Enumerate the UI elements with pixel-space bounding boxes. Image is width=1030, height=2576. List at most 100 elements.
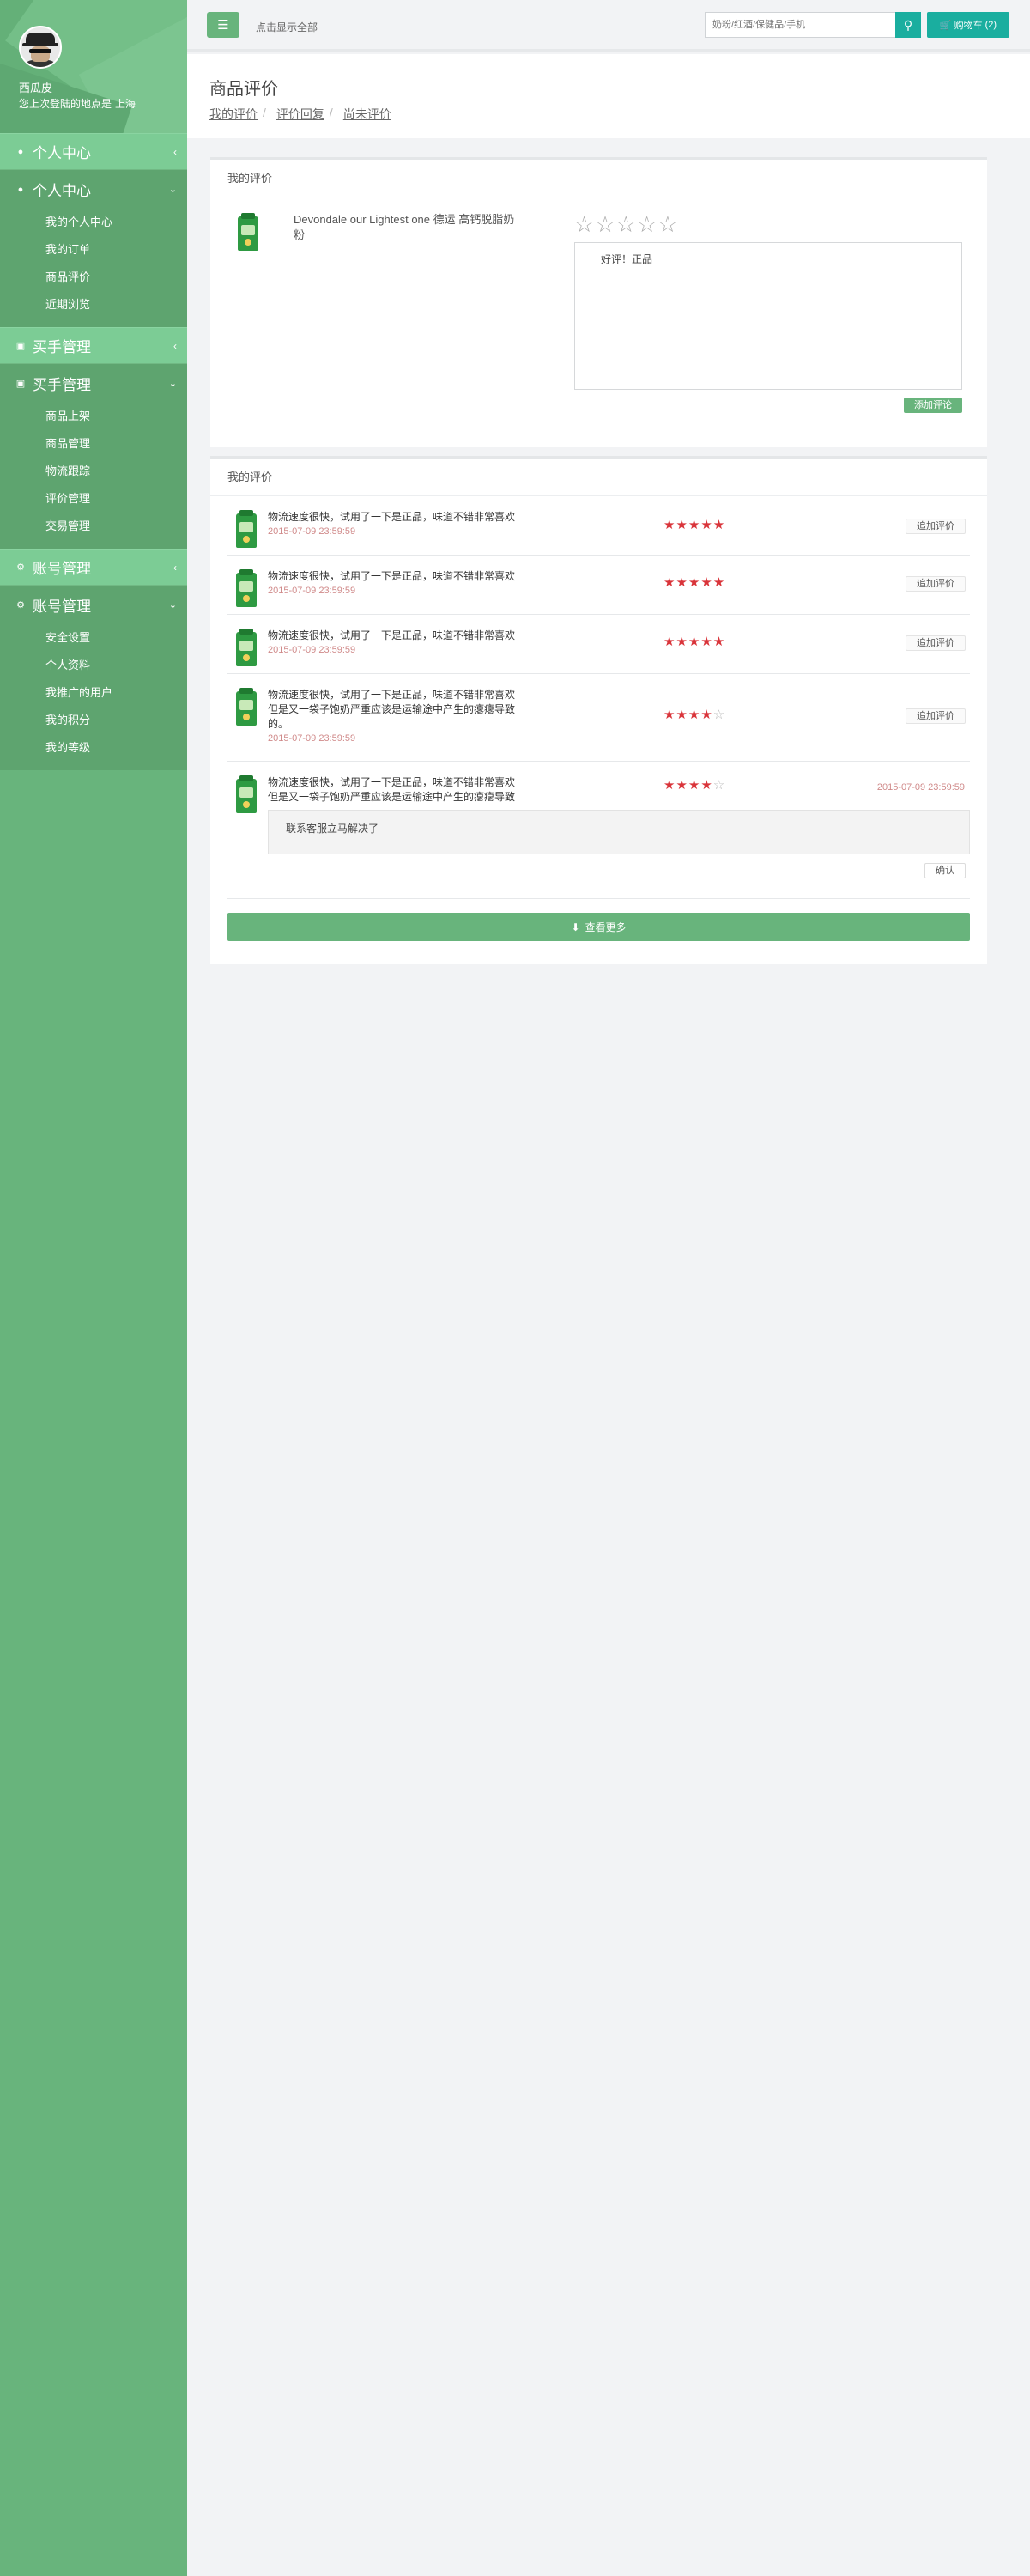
- avatar[interactable]: [19, 26, 62, 69]
- card-icon: ▣: [15, 341, 26, 351]
- star-icon[interactable]: ☆: [657, 211, 678, 237]
- search-icon: ⚲: [903, 17, 913, 32]
- profile-header: 西瓜皮 您上次登陆的地点是 上海: [0, 0, 187, 133]
- cart-count: (2): [985, 20, 997, 30]
- chevron-left-icon: ‹: [173, 561, 177, 574]
- sidebar-section-account-header[interactable]: ⚙ 账号管理 ⌄: [0, 585, 187, 624]
- review-textarea[interactable]: 好评！正品: [574, 242, 962, 390]
- review-row: 物流速度很快，试用了一下是正品，味道不错非常喜欢但是又一袋子饱奶严重应该是运输途…: [227, 762, 970, 899]
- search-button[interactable]: ⚲: [895, 12, 921, 38]
- reviews-list-panel: 我的评价 物流速度很快，试用了一下是正品，味道不错非常喜欢 2015-07-09 …: [210, 456, 987, 964]
- review-text: 物流速度很快，试用了一下是正品，味道不错非常喜欢但是又一袋子饱奶严重应该是运输途…: [268, 688, 521, 746]
- product-image[interactable]: [234, 688, 258, 727]
- confirm-button[interactable]: 确认: [924, 863, 966, 878]
- product-image[interactable]: [234, 569, 258, 609]
- product-name[interactable]: Devondale our Lightest one 德运 高钙脱脂奶粉: [294, 212, 525, 243]
- review-text: 物流速度很快，试用了一下是正品，味道不错非常喜欢 2015-07-09 23:59…: [268, 510, 521, 539]
- review-text: 物流速度很快，试用了一下是正品，味道不错非常喜欢 2015-07-09 23:59…: [268, 569, 521, 598]
- review-date: 2015-07-09 23:59:59: [268, 526, 356, 537]
- sidebar-section-account: ⚙ 账号管理 ⌄ 安全设置 个人资料 我推广的用户 我的积分 我的等级: [0, 585, 187, 770]
- write-review-panel: 我的评价 Devondale our Lightest one 德运 高钙脱脂奶…: [210, 157, 987, 447]
- breadcrumb-my-reviews[interactable]: 我的评价: [209, 106, 258, 123]
- product-image[interactable]: [236, 213, 260, 252]
- breadcrumb-review-replies[interactable]: 评价回复: [276, 106, 324, 123]
- review-row: 物流速度很快，试用了一下是正品，味道不错非常喜欢但是又一袋子饱奶严重应该是运输途…: [227, 674, 970, 762]
- star-icon[interactable]: ☆: [595, 211, 615, 237]
- breadcrumb: 我的评价 / 评价回复 / 尚未评价: [209, 106, 391, 123]
- append-review-button[interactable]: 追加评价: [906, 635, 966, 651]
- product-image[interactable]: [234, 629, 258, 668]
- show-all-link[interactable]: 点击显示全部: [256, 20, 318, 34]
- sidebar-item-list-product[interactable]: 商品上架: [0, 403, 187, 430]
- sidebar-section-personal: ● 个人中心 ⌄ 我的个人中心 我的订单 商品评价 近期浏览: [0, 169, 187, 327]
- star-rating: ★★★★☆: [663, 778, 726, 793]
- chevron-down-icon: ⌄: [168, 379, 177, 389]
- cart-label: 购物车: [954, 21, 983, 31]
- review-text: 物流速度很快，试用了一下是正品，味道不错非常喜欢 2015-07-09 23:59…: [268, 629, 521, 658]
- menu-toggle-button[interactable]: ☰: [207, 12, 239, 38]
- review-date: 2015-07-09 23:59:59: [268, 645, 356, 655]
- sidebar-section-buyer-collapsed[interactable]: ▣ 买手管理 ‹: [0, 327, 187, 363]
- sidebar-item-review-management[interactable]: 评价管理: [0, 485, 187, 513]
- sidebar-item-trade-management[interactable]: 交易管理: [0, 513, 187, 540]
- gear-icon: ⚙: [16, 562, 25, 573]
- user-icon: ●: [17, 146, 24, 157]
- search-bar: ⚲: [705, 12, 921, 38]
- sidebar-item-product-reviews[interactable]: 商品评价: [0, 264, 187, 291]
- sidebar-item-points[interactable]: 我的积分: [0, 707, 187, 734]
- sidebar-section-buyer: ▣ 买手管理 ⌄ 商品上架 商品管理 物流跟踪 评价管理 交易管理: [0, 363, 187, 549]
- arrow-down-icon: ⬇: [571, 920, 580, 933]
- sidebar-section-personal-header[interactable]: ● 个人中心 ⌄: [0, 169, 187, 209]
- user-name: 西瓜皮: [19, 82, 53, 94]
- sidebar-item-security[interactable]: 安全设置: [0, 624, 187, 652]
- page-header: 商品评价 我的评价 / 评价回复 / 尚未评价: [187, 54, 1030, 138]
- sidebar-item-product-management[interactable]: 商品管理: [0, 430, 187, 458]
- append-review-button[interactable]: 追加评价: [906, 576, 966, 592]
- add-comment-button[interactable]: 添加评论: [904, 398, 962, 413]
- card-icon: ▣: [15, 379, 26, 389]
- topbar: ☰ 点击显示全部 ⚲ 🛒 购物车(2): [187, 0, 1030, 52]
- cart-icon: 🛒: [939, 20, 952, 31]
- breadcrumb-not-reviewed[interactable]: 尚未评价: [343, 106, 391, 123]
- cart-button[interactable]: 🛒 购物车 (2): [927, 12, 1009, 38]
- star-rating: ★★★★★: [663, 575, 726, 590]
- sidebar-item-my-center[interactable]: 我的个人中心: [0, 209, 187, 236]
- product-image[interactable]: [234, 510, 258, 550]
- star-rating: ★★★★★: [663, 635, 726, 649]
- sidebar-item-recent-views[interactable]: 近期浏览: [0, 291, 187, 319]
- append-review-button[interactable]: 追加评价: [906, 708, 966, 724]
- reply-box: 联系客服立马解决了: [268, 810, 970, 854]
- review-text: 物流速度很快，试用了一下是正品，味道不错非常喜欢但是又一袋子饱奶严重应该是运输途…: [268, 776, 516, 803]
- sidebar-item-referrals[interactable]: 我推广的用户: [0, 679, 187, 707]
- product-image[interactable]: [234, 775, 258, 815]
- star-icon[interactable]: ☆: [574, 211, 595, 237]
- chevron-down-icon: ⌄: [168, 600, 177, 611]
- review-row: 物流速度很快，试用了一下是正品，味道不错非常喜欢 2015-07-09 23:59…: [227, 496, 970, 556]
- user-icon: ●: [17, 184, 24, 195]
- chevron-down-icon: ⌄: [168, 185, 177, 195]
- review-row: 物流速度很快，试用了一下是正品，味道不错非常喜欢 2015-07-09 23:59…: [227, 615, 970, 674]
- sidebar-section-personal-collapsed[interactable]: ● 个人中心 ‹: [0, 133, 187, 169]
- sidebar-item-my-orders[interactable]: 我的订单: [0, 236, 187, 264]
- sidebar-section-account-collapsed[interactable]: ⚙ 账号管理 ‹: [0, 549, 187, 585]
- review-row: 物流速度很快，试用了一下是正品，味道不错非常喜欢 2015-07-09 23:59…: [227, 556, 970, 615]
- star-icon[interactable]: ☆: [616, 211, 637, 237]
- sidebar-item-level[interactable]: 我的等级: [0, 734, 187, 762]
- chevron-left-icon: ‹: [173, 339, 177, 352]
- review-date: 2015-07-09 23:59:59: [268, 733, 356, 744]
- review-date: 2015-07-09 23:59:59: [268, 586, 356, 596]
- sidebar-item-logistics[interactable]: 物流跟踪: [0, 458, 187, 485]
- append-review-button[interactable]: 追加评价: [906, 519, 966, 534]
- search-input[interactable]: [705, 12, 895, 38]
- sidebar: 西瓜皮 您上次登陆的地点是 上海 ● 个人中心 ‹ ● 个人中心 ⌄ 我的个人中心…: [0, 0, 187, 2576]
- star-rating-input[interactable]: ☆☆☆☆☆: [574, 211, 679, 238]
- star-icon[interactable]: ☆: [637, 211, 657, 237]
- page-title: 商品评价: [209, 80, 278, 99]
- sidebar-section-buyer-header[interactable]: ▣ 买手管理 ⌄: [0, 363, 187, 403]
- gear-icon: ⚙: [16, 600, 25, 611]
- panel-title: 我的评价: [210, 459, 987, 496]
- review-date: 2015-07-09 23:59:59: [876, 782, 965, 793]
- last-login-location: 您上次登陆的地点是 上海: [19, 98, 136, 110]
- sidebar-item-profile[interactable]: 个人资料: [0, 652, 187, 679]
- load-more-button[interactable]: ⬇ 查看更多: [227, 913, 970, 941]
